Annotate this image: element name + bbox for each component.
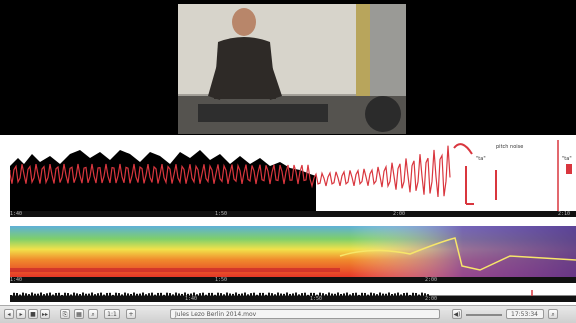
timeline-ruler[interactable]: 1:40 1:50 2:00 [10,277,576,283]
rewind-button[interactable]: ◂ [4,309,14,319]
waveform-panel[interactable]: pitch noise "ta" "ta" [9,140,576,216]
tick-label: 1:50 [215,211,228,217]
copy-button[interactable]: ⎘ [60,309,70,319]
timecode-display: 17:53:34 [506,309,544,319]
marker-label: "ta" [562,156,572,162]
play-button[interactable]: ▸ [16,309,26,319]
tick-label: 1:40 [10,211,23,217]
add-button[interactable]: + [126,309,136,319]
forward-button[interactable]: ▸▸ [40,309,50,319]
tick-label: 1:50 [215,277,228,283]
performer-image [178,4,406,134]
video-frame[interactable] [178,4,406,134]
waveform-graph [9,140,572,216]
timeline-ruler[interactable]: 1:40 1:50 2:00 [10,296,576,302]
zoom-button[interactable]: ⌕ [88,309,98,319]
bracket-marker [453,143,473,155]
sonogram-panel[interactable] [10,226,576,278]
tick-label: 1:40 [185,296,198,302]
sonogram-graph [10,226,576,278]
volume-icon[interactable]: ◀) [452,309,462,319]
waveform-annotation: pitch noise [496,144,524,150]
volume-slider[interactable] [466,314,502,316]
timeline-ruler[interactable]: 1:40 1:50 2:00 2:10 [10,211,576,217]
transport-toolbar: ◂ ▸ ■ ▸▸ ⎘ ▦ ⌕ 1:1 + Jules Lezo Berlin 2… [0,305,576,323]
tick-label: 2:00 [425,277,438,283]
marker-label: "ta" [476,156,486,162]
tick-label: 2:00 [425,296,438,302]
tick-label: 2:00 [393,211,406,217]
tick-label: 1:50 [310,296,323,302]
bracket-marker [465,166,474,205]
filename-field[interactable]: Jules Lezo Berlin 2014.mov [170,309,440,319]
tick-label: 1:40 [10,277,23,283]
stop-button[interactable]: ■ [28,309,38,319]
scale-button[interactable]: 1:1 [104,309,120,319]
zoom-icon[interactable]: ⌕ [548,309,558,319]
tick-label: 2:10 [558,211,571,217]
grid-button[interactable]: ▦ [74,309,84,319]
